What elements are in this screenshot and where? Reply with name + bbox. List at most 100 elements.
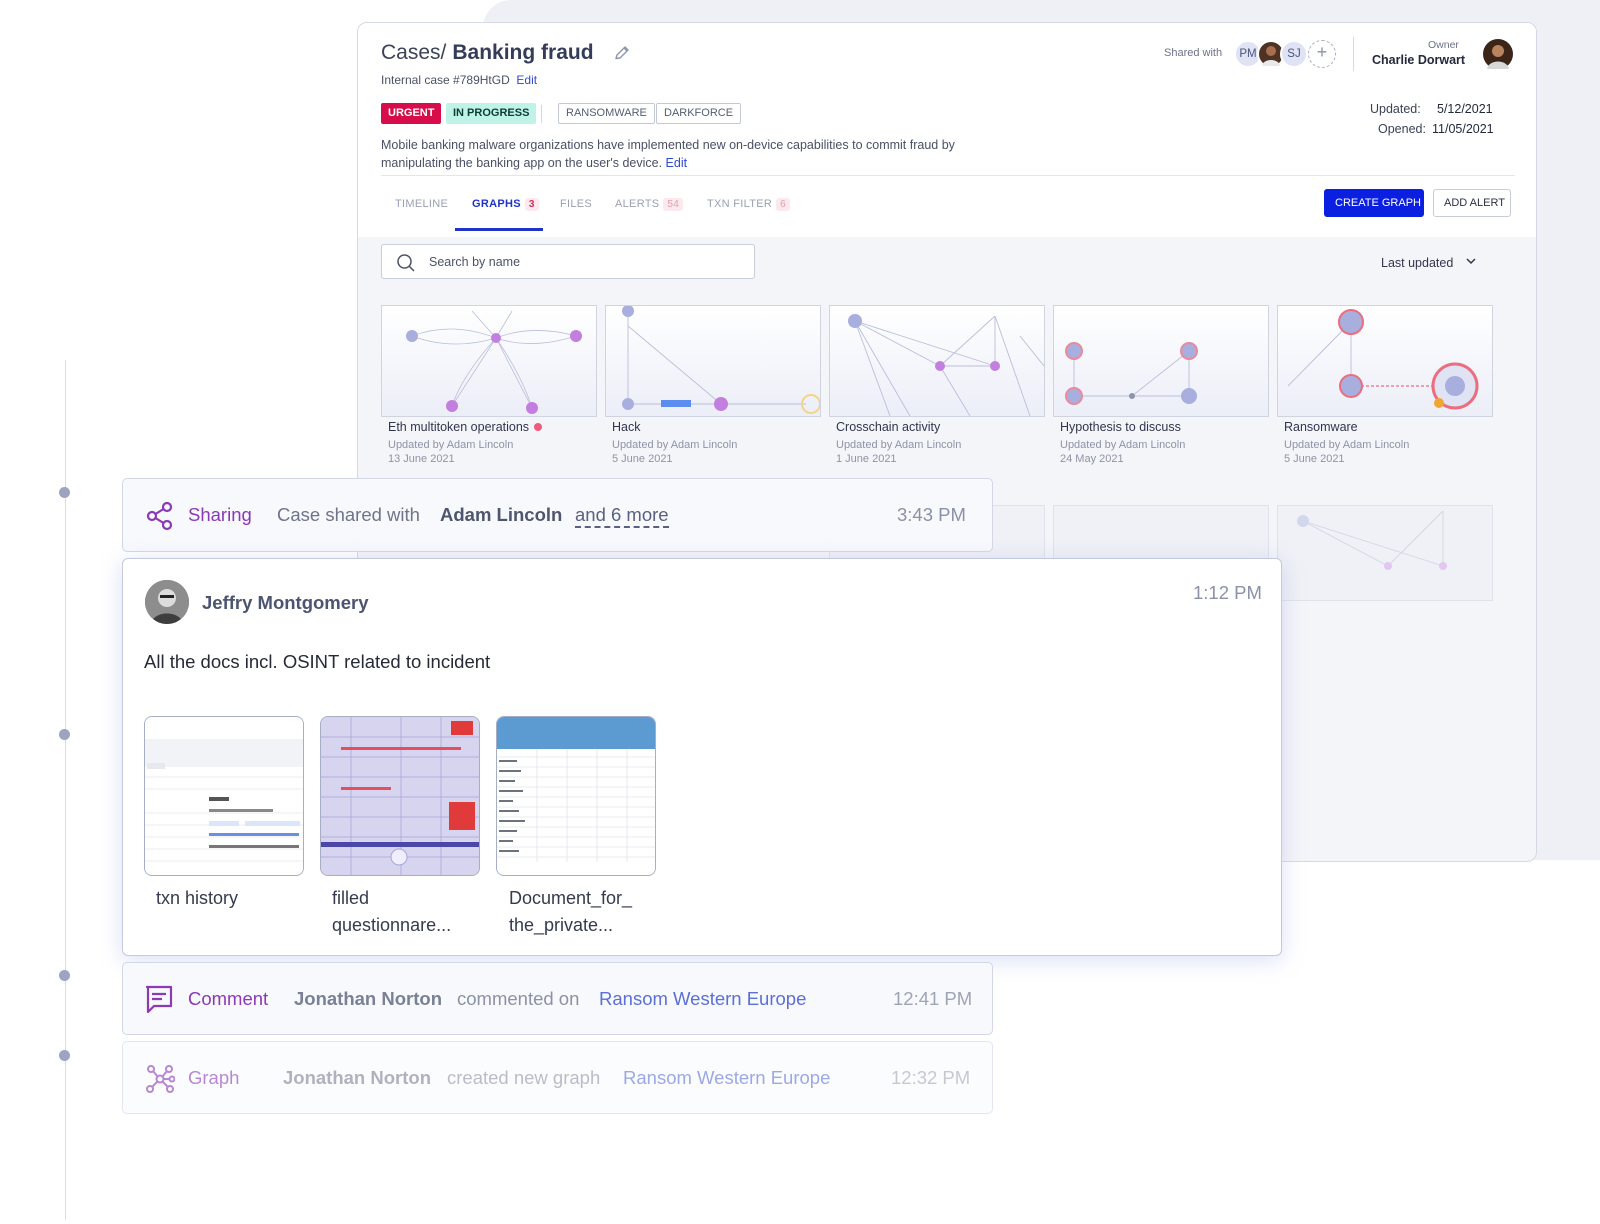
graph-card-eth[interactable] [381, 305, 597, 417]
comment-icon [145, 985, 173, 1014]
graph-name[interactable]: Hypothesis to discuss [1060, 420, 1181, 434]
graph-date: 5 June 2021 [1284, 453, 1345, 465]
tab-graphs-count: 3 [524, 198, 539, 211]
file-name[interactable]: filled questionnare... [332, 885, 502, 939]
timeline-dot [59, 970, 70, 981]
graph-updated-by: Updated by Adam Lincoln [1060, 439, 1186, 451]
document-preview [497, 717, 655, 875]
graph-card-crosschain[interactable] [829, 305, 1045, 417]
add-member-button[interactable]: + [1308, 40, 1336, 68]
graph-date: 5 June 2021 [612, 453, 673, 465]
case-description: Mobile banking malware organizations hav… [381, 137, 981, 172]
tab-timeline-label: TIMELINE [395, 198, 449, 210]
case-header: Cases/Banking fraud Internal case #789Ht… [358, 23, 1536, 237]
sort-label: Last updated [1381, 256, 1454, 270]
shared-with-label: Shared with [1164, 47, 1223, 59]
graph-updated-by: Updated by Adam Lincoln [836, 439, 962, 451]
graph-thumbnail [1054, 306, 1268, 416]
owner-avatar[interactable] [1483, 39, 1513, 69]
timeline-dot [59, 729, 70, 740]
graph-thumbnail [1297, 510, 1447, 570]
timeline-dot [59, 1050, 70, 1061]
internal-case-id: Internal case #789HtGD Edit [381, 73, 537, 87]
tag-ransomware[interactable]: RANSOMWARE [558, 103, 655, 124]
file-thumbnail-txn-history[interactable] [144, 716, 304, 876]
graph-updated-by: Updated by Adam Lincoln [388, 439, 514, 451]
event-target-link[interactable]: Ransom Western Europe [599, 988, 806, 1010]
tab-files[interactable]: FILES [560, 198, 592, 210]
search-placeholder: Search by name [429, 255, 521, 269]
file-thumbnail-questionnaire[interactable] [320, 716, 480, 876]
event-category: Comment [188, 988, 269, 1009]
updated-label: Updated: [1370, 102, 1421, 116]
tab-alerts-label: ALERTS [615, 198, 660, 210]
tab-graphs[interactable]: GRAPHS 3 [472, 198, 539, 211]
file-name-line: questionnare... [332, 915, 452, 935]
graph-card-hypothesis[interactable] [1053, 305, 1269, 417]
graph-name[interactable]: Hack [612, 420, 640, 434]
unread-dot [534, 423, 543, 431]
document-preview [321, 717, 479, 875]
event-user[interactable]: Adam Lincoln [440, 504, 562, 526]
graph-name-text: Eth multitoken operations [388, 420, 530, 434]
event-time: 12:41 PM [893, 988, 973, 1009]
file-name[interactable]: Document_for_ the_private... [509, 885, 679, 939]
graph-name[interactable]: Ransomware [1284, 420, 1358, 434]
edit-pencil-icon[interactable] [613, 44, 631, 62]
tag-divider [541, 105, 542, 123]
sort-dropdown[interactable]: Last updated [1381, 255, 1477, 270]
event-user[interactable]: Jonathan Norton [294, 988, 442, 1010]
file-name-line: the_private... [509, 915, 614, 935]
event-category: Sharing [188, 504, 252, 525]
graph-thumbnail [1278, 306, 1492, 416]
event-target-link[interactable]: Ransom Western Europe [623, 1067, 830, 1089]
graph-card-ransomware[interactable] [1277, 305, 1493, 417]
create-graph-button[interactable]: CREATE GRAPH [1324, 189, 1424, 217]
add-alert-button[interactable]: ADD ALERT [1433, 189, 1511, 217]
document-preview [145, 717, 303, 875]
graph-card-hack[interactable] [605, 305, 821, 417]
message-text: All the docs incl. OSINT related to inci… [144, 651, 491, 672]
description-edit-link[interactable]: Edit [666, 156, 688, 170]
tab-txn-filter-label: TXN FILTER [707, 198, 773, 210]
graph-name[interactable]: Crosschain activity [836, 420, 940, 434]
event-sharing[interactable]: Sharing Case shared with Adam Lincoln an… [122, 478, 993, 552]
author-avatar[interactable] [145, 580, 189, 624]
tab-files-label: FILES [560, 198, 593, 210]
breadcrumb: Cases/Banking fraud [381, 41, 594, 65]
avatar-sj[interactable]: SJ [1280, 40, 1308, 68]
file-name-line: filled [332, 888, 370, 908]
event-time: 3:43 PM [897, 504, 966, 525]
graph-icon [146, 1065, 175, 1093]
tag-in-progress[interactable]: IN PROGRESS [446, 103, 537, 124]
event-user[interactable]: Jonathan Norton [283, 1067, 431, 1089]
tag-urgent[interactable]: URGENT [381, 103, 442, 124]
search-input[interactable]: Search by name [381, 244, 755, 279]
tab-alerts[interactable]: ALERTS 54 [615, 198, 684, 211]
event-comment[interactable]: Comment Jonathan Norton commented on Ran… [122, 962, 993, 1035]
file-thumbnail-document[interactable] [496, 716, 656, 876]
event-text: commented on [457, 988, 580, 1009]
file-name-line: Document_for_ [509, 888, 633, 908]
graph-thumbnail [606, 305, 821, 416]
file-name[interactable]: txn history [156, 885, 326, 912]
active-tab-indicator [455, 228, 543, 231]
breadcrumb-cases[interactable]: Cases/ [381, 41, 446, 64]
event-graph[interactable]: Graph Jonathan Norton created new graph … [122, 1041, 993, 1114]
tab-txn-filter[interactable]: TXN FILTER 6 [707, 198, 791, 211]
event-category: Graph [188, 1067, 240, 1088]
tab-timeline[interactable]: TIMELINE [395, 198, 448, 210]
graph-thumbnail [382, 306, 596, 416]
more-users-link[interactable]: and 6 more [575, 504, 669, 528]
graph-date: 24 May 2021 [1060, 453, 1124, 465]
graph-date: 1 June 2021 [836, 453, 897, 465]
tag-darkforce[interactable]: DARKFORCE [656, 103, 742, 124]
case-title: Banking fraud [452, 41, 594, 64]
updated-value: 5/12/2021 [1437, 102, 1493, 116]
event-time: 12:32 PM [891, 1067, 971, 1088]
owner-label: Owner [1428, 39, 1459, 51]
graph-name[interactable]: Eth multitoken operations [388, 420, 543, 434]
header-separator [381, 175, 1515, 176]
author-name[interactable]: Jeffry Montgomery [202, 592, 369, 614]
internal-edit-link[interactable]: Edit [516, 73, 537, 87]
